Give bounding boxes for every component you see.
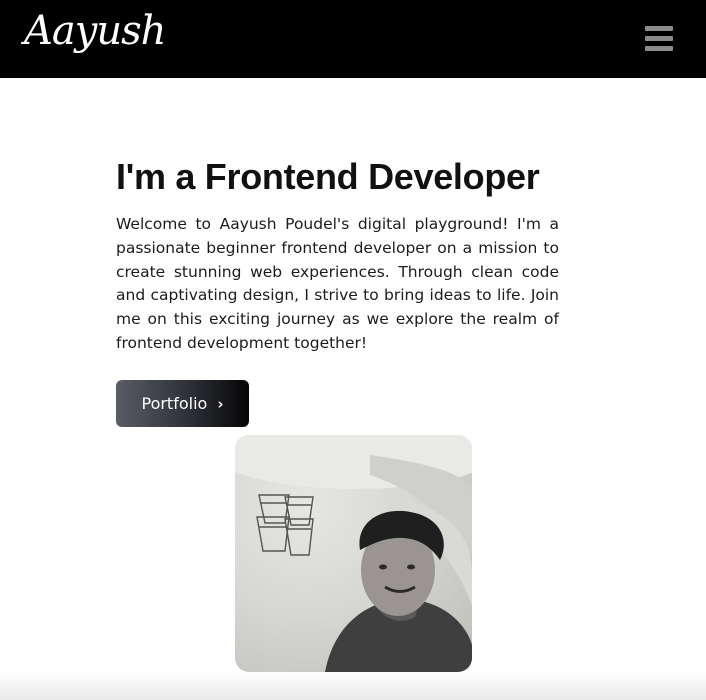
hero-description: Welcome to Aayush Poudel's digital playg…: [116, 215, 559, 352]
chevron-right-icon: ›: [217, 394, 224, 413]
profile-photo: [235, 435, 472, 672]
logo[interactable]: Aayush: [24, 8, 166, 54]
glasses-sketch: [256, 494, 314, 556]
navbar: Aayush: [0, 0, 706, 78]
hamburger-menu-icon[interactable]: [645, 26, 673, 52]
portfolio-button[interactable]: Portfolio ›: [116, 380, 249, 427]
portfolio-button-label: Portfolio: [141, 394, 208, 413]
bottom-fade: [0, 672, 706, 700]
hero-title: I'm a Frontend Developer: [116, 156, 540, 197]
